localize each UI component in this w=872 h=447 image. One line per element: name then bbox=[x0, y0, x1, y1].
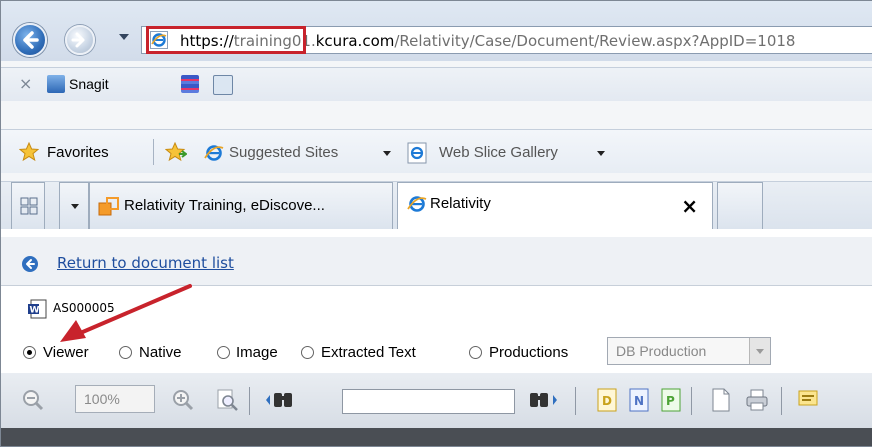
relativity-icon bbox=[98, 197, 119, 216]
find-next-icon[interactable] bbox=[527, 388, 561, 412]
svg-text:W: W bbox=[30, 306, 40, 316]
document-p-icon[interactable]: P bbox=[659, 388, 683, 412]
tab-relativity[interactable]: Relativity × bbox=[397, 182, 713, 230]
snagit-icon bbox=[47, 75, 65, 93]
favorites-button[interactable]: Favorites bbox=[47, 144, 109, 161]
new-tab-button[interactable] bbox=[717, 182, 763, 230]
back-button[interactable] bbox=[13, 23, 47, 57]
browser-window: https://training01.kcura.com/Relativity/… bbox=[0, 0, 872, 447]
zoom-out-icon[interactable] bbox=[21, 388, 45, 412]
favorites-bar: Favorites Suggested Sites Web Slice Gall… bbox=[1, 129, 872, 173]
print-icon[interactable] bbox=[745, 388, 769, 412]
toolbar-separator bbox=[575, 387, 576, 415]
productions-label[interactable]: Productions bbox=[489, 344, 568, 361]
snagit-toolbar: × Snagit bbox=[1, 67, 872, 101]
suggested-sites-button[interactable]: Suggested Sites bbox=[229, 144, 338, 161]
find-input[interactable] bbox=[342, 389, 515, 414]
tab-label: Relativity Training, eDiscove... bbox=[124, 197, 325, 214]
radio-viewer[interactable] bbox=[23, 346, 36, 359]
viewer-area bbox=[1, 428, 872, 446]
image-label[interactable]: Image bbox=[236, 344, 278, 361]
toolbar-separator bbox=[781, 387, 782, 415]
document-d-icon[interactable]: D bbox=[595, 388, 619, 412]
document-n-icon[interactable]: N bbox=[627, 388, 651, 412]
return-to-document-list-link[interactable]: Return to document list bbox=[57, 254, 234, 272]
radio-image[interactable] bbox=[217, 346, 230, 359]
tab-list-button[interactable] bbox=[59, 182, 89, 230]
svg-text:P: P bbox=[666, 394, 675, 408]
back-arrow-icon bbox=[23, 31, 39, 49]
tab-list-caret-icon bbox=[71, 204, 79, 209]
address-bar[interactable]: https://training01.kcura.com/Relativity/… bbox=[141, 26, 872, 54]
close-toolbar-icon[interactable]: × bbox=[19, 74, 32, 93]
tab-relativity-training[interactable]: Relativity Training, eDiscove... bbox=[89, 182, 393, 230]
snagit-capture-icon[interactable] bbox=[181, 75, 199, 93]
close-tab-icon[interactable]: × bbox=[681, 194, 698, 218]
favorites-separator bbox=[153, 139, 154, 165]
forward-button[interactable] bbox=[65, 25, 95, 55]
url-host-domain: kcura.com bbox=[315, 32, 395, 50]
red-pointer-arrow bbox=[60, 284, 192, 342]
production-select-value: DB Production bbox=[616, 343, 707, 359]
forward-arrow-icon bbox=[71, 32, 85, 48]
fit-page-icon[interactable] bbox=[215, 388, 239, 412]
viewer-toolbar: 100% D N P bbox=[1, 373, 872, 428]
history-dropdown-icon[interactable] bbox=[119, 34, 129, 40]
quick-tabs-button[interactable] bbox=[11, 182, 45, 230]
snagit-editor-icon[interactable] bbox=[213, 75, 233, 95]
toolbar-separator bbox=[691, 387, 692, 415]
ie-tab-icon bbox=[407, 196, 427, 212]
toolbar-separator bbox=[249, 387, 250, 415]
suggested-sites-caret-icon[interactable] bbox=[383, 151, 391, 156]
production-select[interactable]: DB Production bbox=[607, 337, 771, 365]
production-select-arrow-icon[interactable] bbox=[749, 338, 770, 364]
url-path: /Relativity/Case/Document/Review.aspx?Ap… bbox=[394, 32, 796, 50]
radio-productions[interactable] bbox=[469, 346, 482, 359]
url-highlight-box bbox=[146, 26, 306, 54]
web-slice-icon bbox=[407, 142, 427, 164]
quick-tabs-icon bbox=[20, 197, 38, 215]
svg-text:D: D bbox=[602, 394, 612, 408]
add-favorite-icon[interactable] bbox=[165, 142, 187, 162]
svg-text:N: N bbox=[634, 394, 644, 408]
back-circle-icon[interactable] bbox=[21, 255, 39, 273]
zoom-in-icon[interactable] bbox=[171, 388, 195, 412]
tab-bar: Relativity Training, eDiscove... Relativ… bbox=[1, 181, 872, 230]
radio-extracted-text[interactable] bbox=[301, 346, 314, 359]
ie-suggested-icon bbox=[204, 145, 224, 161]
blank-page-icon[interactable] bbox=[709, 388, 733, 412]
web-slice-gallery-caret-icon[interactable] bbox=[597, 151, 605, 156]
annotation-icon[interactable] bbox=[797, 388, 821, 412]
address-row: https://training01.kcura.com/Relativity/… bbox=[1, 1, 872, 61]
snagit-label[interactable]: Snagit bbox=[69, 76, 109, 92]
zoom-level-value: 100% bbox=[84, 391, 120, 407]
word-document-icon: W bbox=[28, 299, 47, 319]
return-bar: Return to document list bbox=[1, 237, 872, 286]
extracted-text-label[interactable]: Extracted Text bbox=[321, 344, 416, 361]
find-previous-icon[interactable] bbox=[263, 388, 297, 412]
zoom-level-field[interactable]: 100% bbox=[75, 385, 155, 413]
tab-label: Relativity bbox=[430, 195, 491, 212]
web-slice-gallery-button[interactable]: Web Slice Gallery bbox=[439, 144, 558, 161]
star-icon bbox=[19, 142, 39, 162]
